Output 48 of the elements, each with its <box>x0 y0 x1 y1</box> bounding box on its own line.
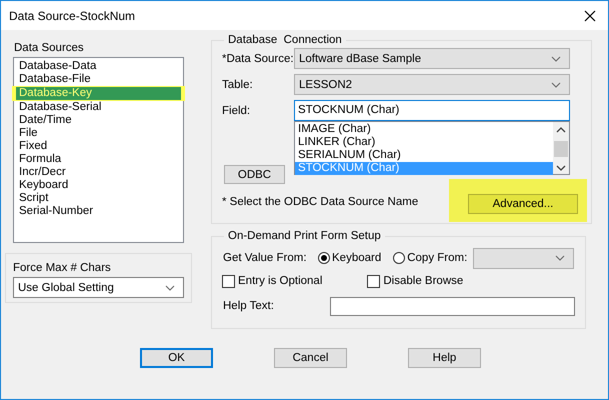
advanced-button[interactable]: Advanced... <box>468 194 578 214</box>
field-label: Get Value From: <box>223 252 308 264</box>
data-sources-list[interactable]: Database-Data Database-File Database-Key Database-Serial Date/Time File Fixed Formula Incr/Decr Keyboard Script Serial-Number <box>13 57 184 243</box>
field-label: Table: <box>222 78 254 90</box>
field-label: Field: <box>222 104 252 116</box>
field-label: Help Text: <box>223 300 275 312</box>
list-item[interactable]: LINKER (Char) <box>295 136 553 149</box>
radio-option[interactable]: Keyboard <box>318 252 382 264</box>
checkbox[interactable]: Disable Browse <box>367 274 464 288</box>
group-title: Database Connection <box>227 34 343 46</box>
dropdown[interactable]: Loftware dBase Sample <box>294 48 570 69</box>
group-label: Force Max # Chars <box>13 262 111 274</box>
chevron-icon <box>551 82 561 88</box>
scroll-down-icon[interactable] <box>556 165 566 171</box>
list-item[interactable]: Fixed <box>16 140 181 153</box>
list-item[interactable]: Database-Serial <box>16 101 181 114</box>
list-item[interactable]: File <box>16 127 181 140</box>
radio-option[interactable]: Copy From: <box>393 252 468 264</box>
dropdown[interactable]: Use Global Setting <box>13 277 184 298</box>
list-item[interactable]: Database-Data <box>16 60 181 73</box>
window-title: Data Source-StockNum <box>9 8 136 22</box>
checkbox[interactable]: Entry is Optional <box>222 274 322 288</box>
dialog-button[interactable]: Cancel <box>274 348 347 368</box>
list-item[interactable]: Formula <box>16 153 181 166</box>
list-item[interactable]: SERIALNUM (Char) <box>295 149 553 162</box>
note-text: * Select the ODBC Data Source Name <box>222 196 418 208</box>
list-item[interactable]: Incr/Decr <box>16 166 181 179</box>
list-item[interactable]: Keyboard <box>16 179 181 192</box>
dropdown[interactable]: LESSON2 <box>294 74 570 95</box>
dialog-button[interactable]: Help <box>408 348 481 368</box>
chevron-icon <box>555 255 566 261</box>
list-item[interactable]: Script <box>16 192 181 205</box>
list-item[interactable]: IMAGE (Char) <box>295 123 553 136</box>
chevron-icon <box>551 56 561 62</box>
help-text-input[interactable] <box>330 296 575 316</box>
chevron-icon <box>165 284 175 290</box>
group-title: On-Demand Print Form Setup <box>227 230 382 242</box>
scrollbar[interactable] <box>553 122 569 174</box>
dialog-button[interactable]: OK <box>140 348 213 368</box>
field-label: *Data Source: <box>222 52 294 64</box>
list-item[interactable]: Database-File <box>16 73 181 86</box>
list-item[interactable]: Serial-Number <box>16 205 181 218</box>
list-item[interactable]: Date/Time <box>16 114 181 127</box>
close-icon[interactable] <box>584 10 596 22</box>
field-input[interactable]: STOCKNUM (Char) <box>294 100 570 121</box>
odbc-button[interactable]: ODBC <box>224 165 285 184</box>
scroll-up-icon[interactable] <box>556 127 566 133</box>
list-label: Data Sources <box>14 42 84 54</box>
